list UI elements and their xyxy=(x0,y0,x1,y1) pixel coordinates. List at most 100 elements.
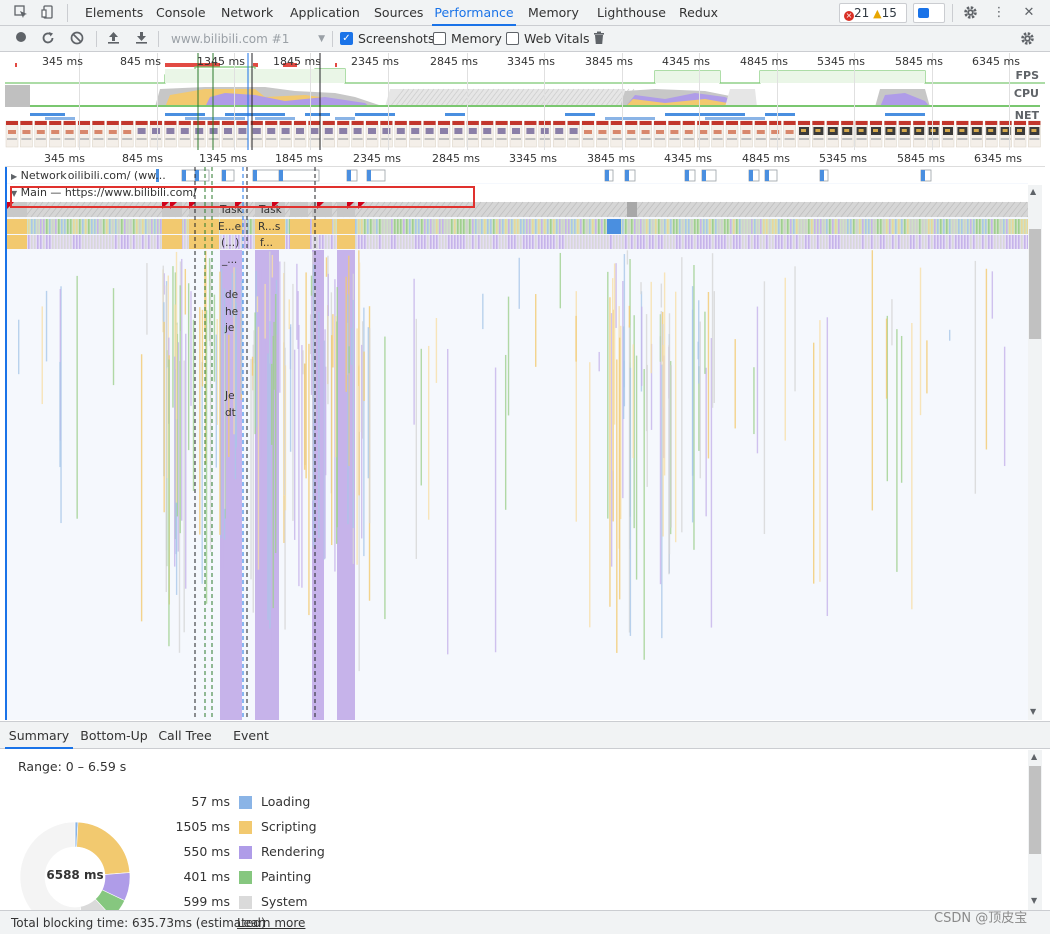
tab-lighthouse[interactable]: Lighthouse xyxy=(597,0,666,26)
summary-scroll-up-icon[interactable]: ▲ xyxy=(1031,752,1037,761)
scroll-down-icon[interactable]: ▼ xyxy=(1030,707,1036,716)
flame-event xyxy=(148,235,150,249)
screenshot-thumb-header xyxy=(596,121,609,125)
flame-event xyxy=(373,219,375,234)
flame-event xyxy=(643,219,645,234)
timeline-overview[interactable]: 345 ms 845 ms 1345 ms 1845 ms 2345 ms 2845 ms… xyxy=(5,53,1045,150)
flame-event xyxy=(263,340,266,382)
summary-scroll-down-icon[interactable]: ▼ xyxy=(1031,896,1037,905)
settings-gear-icon[interactable] xyxy=(962,5,978,21)
tab-performance[interactable]: Performance xyxy=(432,0,516,26)
flame-event xyxy=(279,261,281,393)
flame-scroll-thumb[interactable] xyxy=(1029,229,1041,339)
details-tab-event-log[interactable]: Event Log xyxy=(220,722,282,770)
screenshot-thumb-content xyxy=(425,128,434,134)
inspect-element-icon[interactable] xyxy=(13,5,29,21)
flame-event xyxy=(1000,235,1002,249)
flame-event xyxy=(856,235,858,249)
close-devtools-icon[interactable]: ✕ xyxy=(1021,5,1037,21)
flame-event-label[interactable]: Je xyxy=(225,390,235,402)
flame-chart[interactable]: ▶ Network oilibili.com/ (ww... ▼ Main — … xyxy=(5,167,1028,720)
flame-event xyxy=(421,235,423,249)
summary-scrollbar[interactable]: ▲ ▼ xyxy=(1028,750,1042,910)
flame-event xyxy=(310,275,313,296)
flame-event xyxy=(523,235,525,249)
flame-event xyxy=(613,235,615,249)
reload-record-icon[interactable] xyxy=(40,31,56,47)
flame-event xyxy=(1006,219,1008,234)
flame-event-label[interactable]: he xyxy=(225,306,238,318)
screenshot-thumb-content xyxy=(885,138,896,140)
web-vitals-checkbox[interactable] xyxy=(506,32,519,45)
screenshot-thumb-content xyxy=(525,138,536,140)
memory-checkbox[interactable] xyxy=(433,32,446,45)
chevron-down-icon: ▼ xyxy=(318,34,325,44)
upload-profile-icon[interactable] xyxy=(105,31,121,47)
issues-counter[interactable]: × 21 ▲15 xyxy=(839,3,907,23)
flame-event xyxy=(454,235,456,249)
ruler-tick-label: 4845 ms xyxy=(742,152,790,165)
screenshots-checkbox[interactable]: ✓ xyxy=(340,32,353,45)
flame-event xyxy=(259,268,262,459)
flame-event-label[interactable]: de xyxy=(225,289,238,301)
more-options-icon[interactable]: ⋮ xyxy=(991,5,1007,21)
trash-icon[interactable] xyxy=(591,31,607,47)
flame-event-label[interactable]: _... xyxy=(222,254,237,266)
flame-event-label[interactable]: f... xyxy=(260,237,273,249)
flame-scrollbar[interactable]: ▲ ▼ xyxy=(1028,185,1042,720)
screenshot-thumb-content xyxy=(310,128,319,134)
network-request-start xyxy=(367,170,371,181)
scroll-up-icon[interactable]: ▲ xyxy=(1030,187,1036,196)
flame-event xyxy=(316,235,318,249)
tab-console[interactable]: Console xyxy=(156,0,206,26)
flame-event-label[interactable]: E...e xyxy=(218,221,241,233)
screenshot-thumb-content xyxy=(712,138,723,140)
tab-memory[interactable]: Memory xyxy=(528,0,579,26)
flame-event xyxy=(493,219,495,234)
flame-event xyxy=(553,235,555,249)
device-toolbar-icon[interactable] xyxy=(40,5,56,21)
legend-value: 401 ms xyxy=(183,869,230,884)
capture-settings-gear-icon[interactable] xyxy=(1019,31,1035,47)
tab-sources[interactable]: Sources xyxy=(374,0,423,26)
profile-select[interactable]: www.bilibili.com #1 ▼ xyxy=(163,29,329,49)
flame-event xyxy=(985,268,988,450)
screenshot-thumb-content xyxy=(35,138,46,140)
flame-event-label[interactable]: je xyxy=(225,322,234,334)
tab-redux[interactable]: Redux xyxy=(679,0,718,26)
flame-event xyxy=(916,235,918,249)
details-tab-bottom-up[interactable]: Bottom-Up xyxy=(77,722,151,749)
details-tab-summary[interactable]: Summary xyxy=(5,722,73,749)
messages-counter[interactable]: 2 xyxy=(913,3,945,38)
flame-event xyxy=(612,278,614,471)
network-track-header[interactable]: ▶ Network oilibili.com/ (ww... xyxy=(11,169,166,182)
flame-event xyxy=(490,219,492,234)
flame-event-label[interactable]: R...s xyxy=(258,221,280,233)
net-bar xyxy=(45,117,75,120)
flame-event xyxy=(41,306,43,405)
tab-elements[interactable]: Elements xyxy=(85,0,143,26)
cpu-label: CPU xyxy=(1013,87,1039,100)
flame-event xyxy=(529,235,531,249)
flame-event xyxy=(615,263,617,328)
flame-event xyxy=(391,219,393,234)
tab-application[interactable]: Application xyxy=(290,0,360,26)
summary-scroll-thumb[interactable] xyxy=(1029,766,1041,854)
flame-event-label[interactable]: (...) xyxy=(221,237,239,249)
screenshot-thumb-content xyxy=(7,138,17,140)
flame-event xyxy=(523,219,525,234)
learn-more-link[interactable]: Learn more xyxy=(237,916,305,930)
flame-event-label[interactable]: dt xyxy=(225,407,236,419)
record-icon[interactable] xyxy=(13,31,29,47)
flame-event xyxy=(514,219,516,234)
download-profile-icon[interactable] xyxy=(133,31,149,47)
clear-icon[interactable] xyxy=(69,31,85,47)
flame-event xyxy=(439,219,441,234)
details-tab-call-tree[interactable]: Call Tree xyxy=(155,722,215,749)
tab-network[interactable]: Network xyxy=(221,0,273,26)
flame-event xyxy=(183,360,185,633)
flame-event xyxy=(811,235,813,249)
ruler-tick-label: 5345 ms xyxy=(819,152,867,165)
flame-event xyxy=(670,235,672,249)
toolbar-divider xyxy=(67,4,68,22)
